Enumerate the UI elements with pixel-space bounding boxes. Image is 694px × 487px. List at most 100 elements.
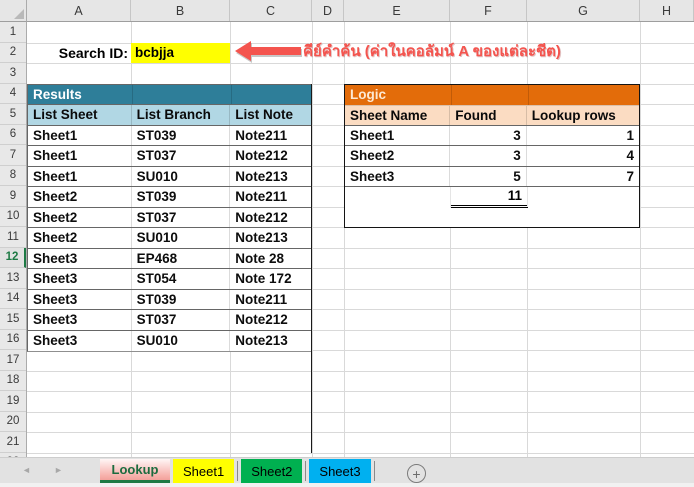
cell[interactable]: Note 28 (230, 249, 312, 269)
cell[interactable]: Note212 (230, 208, 312, 228)
cell[interactable]: Note 172 (230, 269, 312, 289)
cell[interactable]: 3 (450, 146, 526, 166)
cell[interactable]: Note211 (230, 126, 312, 146)
cell[interactable]: Sheet1 (28, 146, 132, 166)
cell[interactable]: Sheet1 (28, 126, 132, 146)
column-header-B[interactable]: B (131, 0, 230, 21)
logic-row: Sheet357 (345, 167, 639, 188)
row-header-21[interactable]: 21 (0, 432, 26, 453)
row-header-16[interactable]: 16 (0, 330, 26, 351)
row-header-18[interactable]: 18 (0, 371, 26, 392)
row-header-7[interactable]: 7 (0, 145, 26, 166)
select-all-corner[interactable] (0, 0, 27, 22)
cell[interactable]: Note211 (230, 290, 312, 310)
prev-sheet-icon[interactable]: ◄ (22, 465, 31, 475)
logic-title-cell[interactable]: Logic (345, 85, 639, 106)
cell[interactable]: Note211 (230, 187, 312, 207)
results-body: Sheet1ST039Note211Sheet1ST037Note212Shee… (28, 126, 312, 352)
cell[interactable]: Sheet2 (28, 208, 132, 228)
logic-total-cell[interactable]: 11 (451, 187, 528, 208)
column-header-A[interactable]: A (27, 0, 131, 21)
cell[interactable]: Sheet1 (345, 126, 450, 146)
row-header-1[interactable]: 1 (0, 22, 26, 43)
column-header-F[interactable]: F (450, 0, 527, 21)
cell[interactable]: Sheet3 (28, 310, 132, 330)
results-row: Sheet3SU010Note213 (28, 331, 312, 352)
row-header-8[interactable]: 8 (0, 166, 26, 187)
cell[interactable]: SU010 (132, 228, 231, 248)
row-header-3[interactable]: 3 (0, 63, 26, 84)
cell[interactable]: ST037 (132, 310, 231, 330)
cell[interactable]: 3 (450, 126, 526, 146)
cell[interactable]: Sheet2 (345, 146, 450, 166)
cell[interactable]: EP468 (132, 249, 231, 269)
tab-sheet3[interactable]: Sheet3 (309, 459, 370, 483)
cell[interactable]: Sheet3 (28, 269, 132, 289)
cell[interactable]: List Branch (132, 105, 231, 125)
row-header-9[interactable]: 9 (0, 186, 26, 207)
cell[interactable]: Sheet1 (28, 167, 132, 187)
cell[interactable]: Sheet3 (28, 331, 132, 352)
row-header-15[interactable]: 15 (0, 309, 26, 330)
cell[interactable]: 4 (527, 146, 639, 166)
cell[interactable]: SU010 (132, 167, 231, 187)
cell[interactable]: Sheet3 (28, 290, 132, 310)
logic-title: Logic (350, 87, 386, 102)
cell[interactable]: Sheet Name (345, 106, 450, 125)
cell[interactable]: SU010 (132, 331, 231, 352)
next-sheet-icon[interactable]: ► (54, 465, 63, 475)
search-id-label-cell[interactable]: Search ID: (27, 43, 131, 64)
column-header-H[interactable]: H (640, 0, 694, 21)
row-header-2[interactable]: 2 (0, 43, 26, 64)
cell[interactable]: ST037 (132, 208, 231, 228)
cell[interactable]: Sheet2 (28, 187, 132, 207)
cell[interactable]: 7 (527, 167, 639, 187)
column-header-E[interactable]: E (344, 0, 450, 21)
tab-divider (305, 461, 306, 481)
row-header-12[interactable]: 12 (0, 248, 26, 269)
row-header-10[interactable]: 10 (0, 207, 26, 228)
cell[interactable]: ST039 (132, 126, 231, 146)
cell[interactable]: ST039 (132, 187, 231, 207)
results-row: Sheet1ST039Note211 (28, 126, 312, 147)
cell[interactable]: 5 (450, 167, 526, 187)
row-header-13[interactable]: 13 (0, 268, 26, 289)
cell[interactable]: Note213 (230, 331, 312, 352)
tab-lookup[interactable]: Lookup (100, 459, 170, 483)
cell[interactable]: Note212 (230, 146, 312, 166)
cell[interactable]: Sheet3 (345, 167, 450, 187)
cell[interactable]: List Sheet (28, 105, 132, 125)
results-title: Results (33, 87, 82, 102)
row-header-6[interactable]: 6 (0, 125, 26, 146)
row-header-19[interactable]: 19 (0, 391, 26, 412)
cell[interactable]: Sheet3 (28, 249, 132, 269)
cell[interactable]: Note213 (230, 167, 312, 187)
cell[interactable]: ST039 (132, 290, 231, 310)
results-title-cell[interactable]: Results (28, 85, 312, 106)
add-sheet-button[interactable]: + (407, 464, 426, 483)
row-header-20[interactable]: 20 (0, 412, 26, 433)
row-header-4[interactable]: 4 (0, 84, 26, 105)
cell[interactable]: 1 (527, 126, 639, 146)
row-header-5[interactable]: 5 (0, 104, 26, 125)
row-header-14[interactable]: 14 (0, 289, 26, 310)
search-id-value-cell[interactable]: bcbjja (131, 43, 230, 64)
cell[interactable]: Sheet2 (28, 228, 132, 248)
tab-sheet2[interactable]: Sheet2 (241, 459, 302, 483)
row-header-17[interactable]: 17 (0, 350, 26, 371)
tab-sheet1[interactable]: Sheet1 (173, 459, 234, 483)
column-header-C[interactable]: C (230, 0, 312, 21)
excel-window: ABCDEFGH 1234567891011121314151617181920… (0, 0, 694, 487)
cell[interactable]: ST037 (132, 146, 231, 166)
cell[interactable]: Note213 (230, 228, 312, 248)
cell[interactable]: List Note (230, 105, 312, 125)
column-header-G[interactable]: G (527, 0, 640, 21)
cell[interactable]: Found (450, 106, 526, 125)
column-header-D[interactable]: D (312, 0, 344, 21)
cell[interactable]: Lookup rows (527, 106, 639, 125)
column-headers: ABCDEFGH (27, 0, 694, 22)
cell[interactable]: ST054 (132, 269, 231, 289)
sheet-grid[interactable]: Search ID: bcbjja คีย์คำค้น (ค่าในคอลัมน… (27, 22, 694, 457)
cell[interactable]: Note212 (230, 310, 312, 330)
row-header-11[interactable]: 11 (0, 227, 26, 248)
